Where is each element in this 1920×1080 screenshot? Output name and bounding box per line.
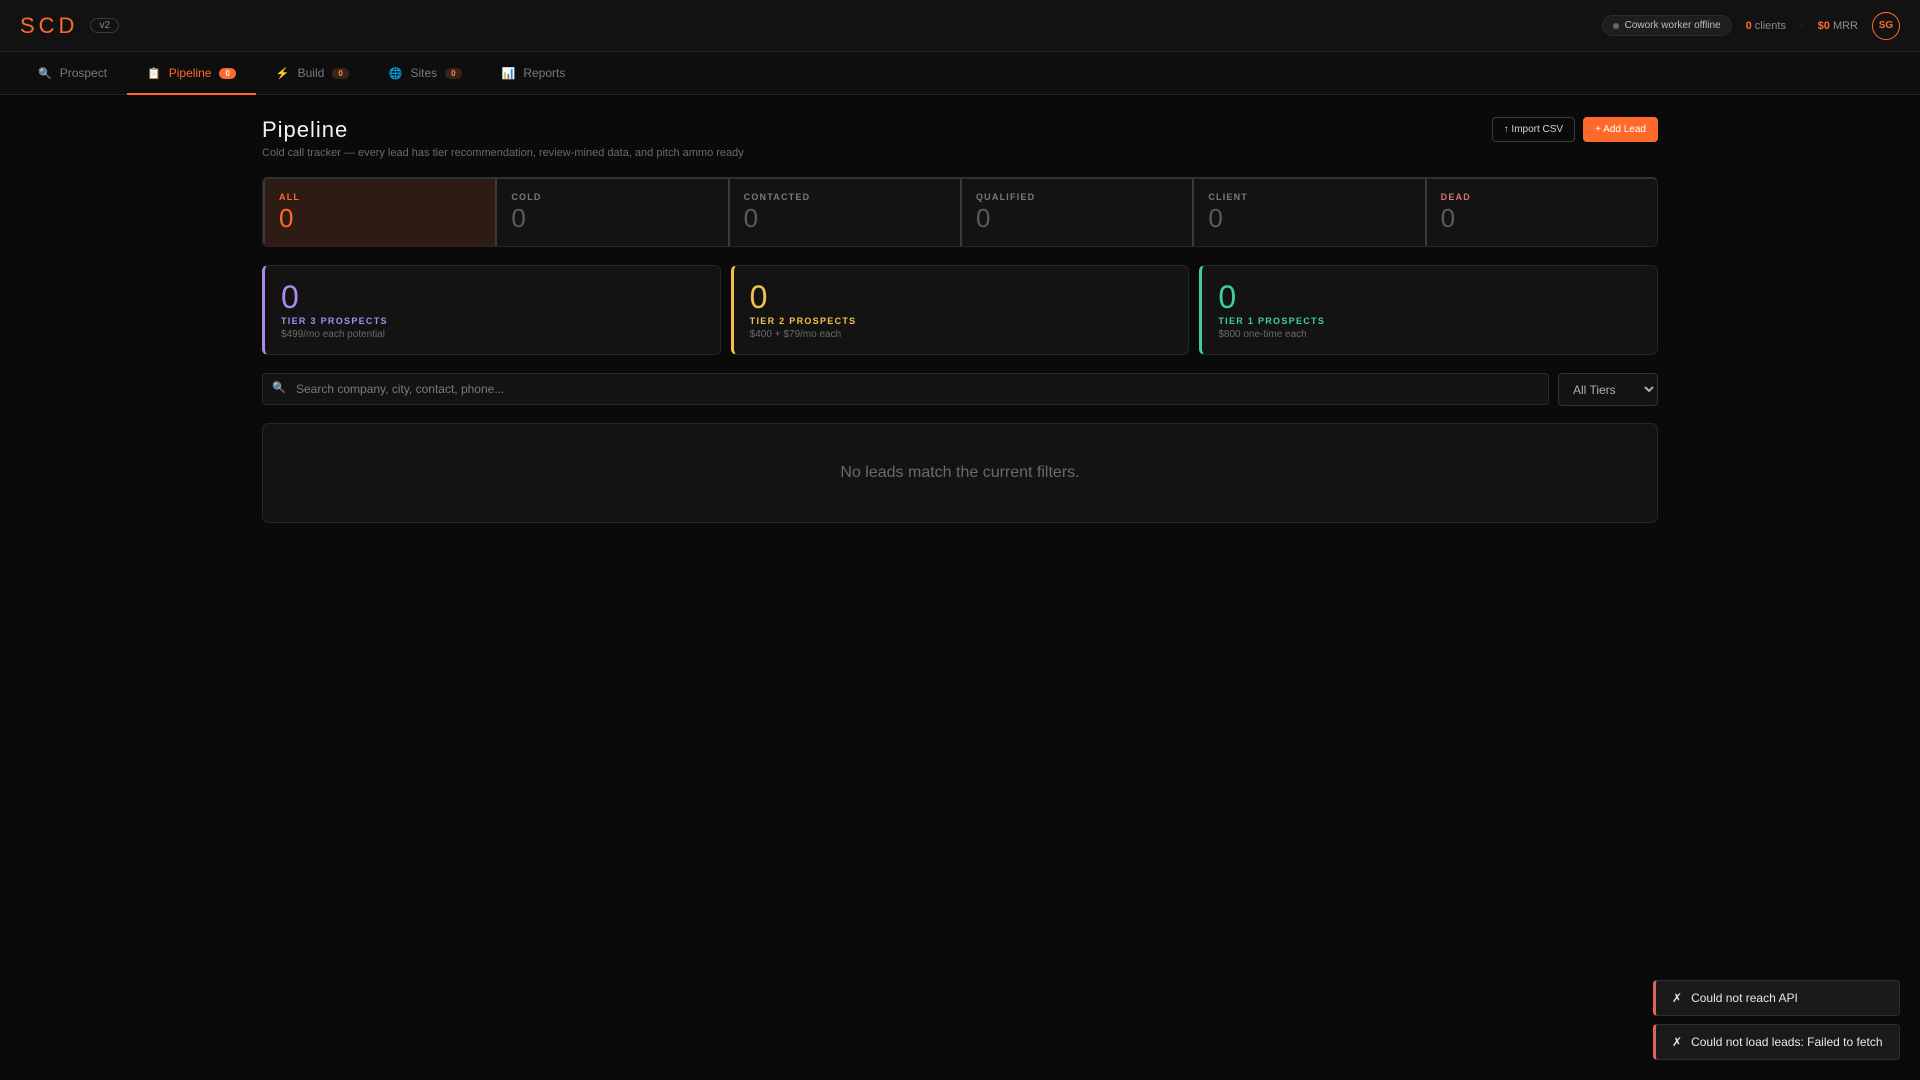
worker-status-pill: Cowork worker offline — [1601, 15, 1732, 36]
main-content: Pipeline Cold call tracker — every lead … — [262, 95, 1659, 523]
status-filter-contacted[interactable]: CONTACTED 0 — [727, 179, 960, 246]
top-bar: SCD v2 Cowork worker offline 0 clients ·… — [0, 0, 1920, 52]
toast-stack: ✗ Could not reach API ✗ Could not load l… — [1653, 980, 1900, 1060]
search-box: 🔍 — [262, 373, 1549, 406]
globe-icon: 🌐 — [388, 67, 403, 80]
tier-count: 0 — [749, 279, 768, 315]
status-filter-dead[interactable]: DEAD 0 — [1424, 179, 1657, 246]
search-icon: 🔍 — [272, 382, 286, 394]
status-label: QUALIFIED — [975, 192, 1036, 202]
tier-label: TIER 1 PROSPECTS — [1218, 316, 1326, 326]
tier-label: TIER 2 PROSPECTS — [749, 316, 857, 326]
toast-message: Could not reach API — [1691, 991, 1798, 1005]
status-label: COLD — [511, 192, 542, 202]
lead-filters: 🔍 All Tiers — [262, 373, 1658, 406]
user-avatar[interactable]: SG — [1872, 11, 1900, 40]
bar-chart-icon: 📊 — [501, 67, 516, 80]
status-filter-all[interactable]: ALL 0 — [263, 179, 496, 246]
status-label: CONTACTED — [743, 192, 811, 202]
brand: SCD v2 — [20, 13, 120, 39]
tier-description: $800 one-time each — [1218, 329, 1307, 340]
error-toast[interactable]: ✗ Could not reach API — [1653, 980, 1900, 1016]
tab-build[interactable]: ⚡ Build 0 — [256, 52, 369, 94]
tab-reports[interactable]: 📊 Reports — [482, 52, 586, 94]
tier-count: 0 — [281, 279, 299, 315]
worker-status-text: Cowork worker offline — [1624, 20, 1721, 31]
status-filter-client[interactable]: CLIENT 0 — [1192, 179, 1425, 246]
clients-counter: 0 clients — [1746, 20, 1786, 32]
toast-message: Could not load leads: Failed to fetch — [1691, 1035, 1883, 1049]
tier-description: $400 + $79/mo each — [749, 329, 842, 340]
page-title: Pipeline — [262, 117, 349, 142]
status-count: 0 — [1208, 203, 1223, 233]
mrr-label: MRR — [1832, 19, 1858, 32]
tab-prospect[interactable]: 🔍 Prospect — [18, 52, 127, 94]
tab-label: Build — [297, 66, 325, 80]
tab-count-badge: 0 — [219, 67, 236, 79]
status-label: DEAD — [1440, 192, 1471, 202]
tab-sites[interactable]: 🌐 Sites 0 — [369, 52, 482, 94]
clipboard-icon: 📋 — [147, 67, 161, 80]
page-header: Pipeline Cold call tracker — every lead … — [262, 117, 1658, 159]
tab-pipeline[interactable]: 📋 Pipeline 0 — [127, 52, 256, 95]
clients-label: clients — [1754, 19, 1786, 32]
status-count: 0 — [1440, 203, 1456, 233]
tab-count-badge: 0 — [445, 67, 462, 79]
lightning-icon: ⚡ — [275, 67, 290, 80]
add-lead-button[interactable]: + Add Lead — [1583, 117, 1658, 142]
status-count: 0 — [975, 203, 991, 233]
page-actions: ↑ Import CSV + Add Lead — [1491, 117, 1658, 142]
mrr-value: $0 — [1817, 19, 1830, 32]
status-count: 0 — [743, 203, 759, 233]
app-logo[interactable]: SCD — [20, 13, 78, 39]
header-status: Cowork worker offline 0 clients · $0 MRR… — [1601, 11, 1900, 40]
status-dot-icon — [1612, 22, 1619, 29]
status-filter-cold[interactable]: COLD 0 — [495, 179, 728, 246]
status-label: ALL — [279, 192, 301, 202]
tab-count-badge: 0 — [332, 67, 349, 79]
tier-label: TIER 3 PROSPECTS — [281, 316, 388, 326]
tier-count: 0 — [1218, 279, 1237, 315]
status-filter-bar: ALL 0 COLD 0 CONTACTED 0 QUALIFIED 0 CLI… — [262, 177, 1658, 247]
status-filter-qualified[interactable]: QUALIFIED 0 — [959, 179, 1193, 246]
error-x-icon: ✗ — [1672, 1035, 1683, 1049]
mrr-counter: $0 MRR — [1818, 20, 1858, 32]
version-badge: v2 — [90, 18, 120, 33]
error-x-icon: ✗ — [1672, 991, 1683, 1005]
status-count: 0 — [279, 203, 294, 233]
tier-1-card: 0 TIER 1 PROSPECTS $800 one-time each — [1199, 265, 1659, 355]
nav-tabs: 🔍 Prospect 📋 Pipeline 0 ⚡ Build 0 🌐 Site… — [0, 52, 1920, 95]
error-toast[interactable]: ✗ Could not load leads: Failed to fetch — [1653, 1024, 1900, 1060]
tier-2-card: 0 TIER 2 PROSPECTS $400 + $79/mo each — [730, 265, 1190, 355]
search-input[interactable] — [262, 373, 1549, 405]
tier-filter-select[interactable]: All Tiers — [1558, 373, 1658, 406]
tab-label: Prospect — [59, 66, 108, 80]
tab-label: Pipeline — [168, 66, 212, 80]
tab-label: Reports — [523, 66, 566, 80]
tier-3-card: 0 TIER 3 PROSPECTS $499/mo each potentia… — [262, 265, 721, 355]
search-icon: 🔍 — [38, 67, 52, 80]
empty-state-message: No leads match the current filters. — [840, 464, 1080, 481]
import-csv-button[interactable]: ↑ Import CSV — [1491, 117, 1576, 142]
page-subtitle: Cold call tracker — every lead has tier … — [262, 147, 744, 159]
empty-state: No leads match the current filters. — [262, 423, 1658, 523]
tab-label: Sites — [410, 66, 438, 80]
status-label: CLIENT — [1208, 192, 1249, 202]
tier-summary: 0 TIER 3 PROSPECTS $499/mo each potentia… — [262, 265, 1659, 355]
page-heading: Pipeline Cold call tracker — every lead … — [262, 117, 744, 159]
header-separator: · — [1799, 19, 1804, 32]
tier-description: $499/mo each potential — [281, 329, 385, 340]
status-count: 0 — [511, 203, 526, 233]
clients-count: 0 — [1745, 19, 1752, 32]
